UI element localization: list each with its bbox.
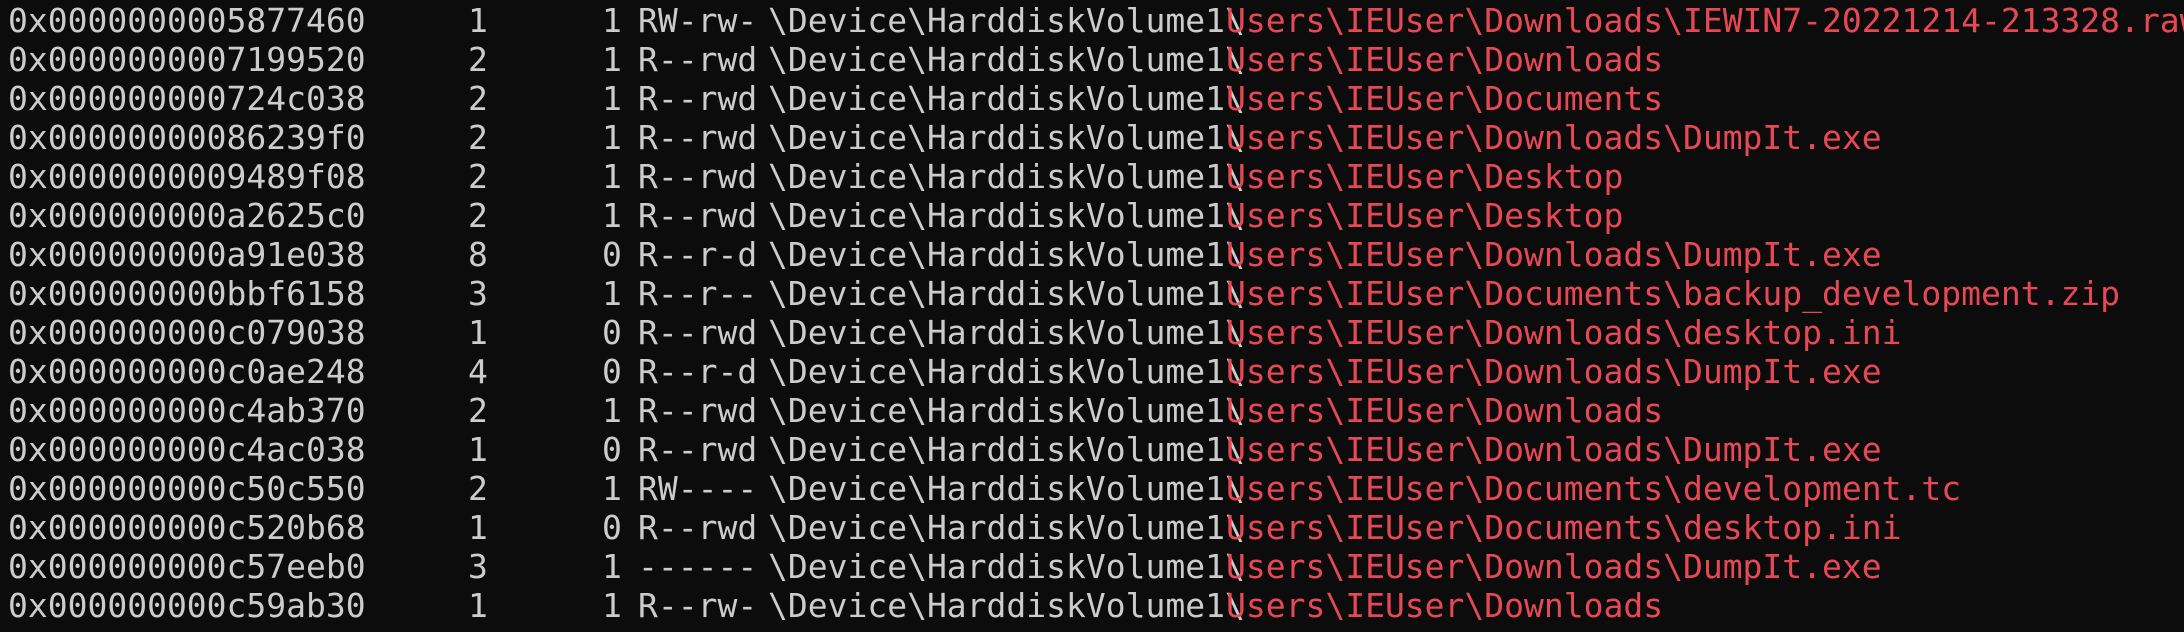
ptr-count: 2	[468, 157, 488, 196]
file-path: Users\IEUser\Downloads\DumpIt.exe	[1226, 352, 1882, 391]
file-path: Users\IEUser\Downloads\DumpIt.exe	[1226, 235, 1882, 274]
offset-value: 0x0000000007199520	[8, 40, 366, 79]
device-path: \Device\HarddiskVolume1\	[768, 157, 1245, 196]
ptr-count: 2	[468, 196, 488, 235]
offset-value: 0x0000000009489f08	[8, 157, 366, 196]
access-flags: R--r-d	[638, 235, 758, 274]
ptr-count: 2	[468, 469, 488, 508]
file-path: Users\IEUser\Documents\backup_developmen…	[1226, 274, 2121, 313]
ptr-count: 1	[468, 313, 488, 352]
access-flags: R--r-d	[638, 352, 758, 391]
offset-value: 0x000000000c57eeb0	[8, 547, 366, 586]
offset-value: 0x000000000a2625c0	[8, 196, 366, 235]
file-path: Users\IEUser\Downloads	[1226, 586, 1664, 625]
offset-value: 0x000000000c079038	[8, 313, 366, 352]
ptr-count: 4	[468, 352, 488, 391]
handle-count: 1	[602, 391, 622, 430]
device-path: \Device\HarddiskVolume1\	[768, 391, 1245, 430]
ptr-count: 1	[468, 1, 488, 40]
ptr-count: 3	[468, 274, 488, 313]
device-path: \Device\HarddiskVolume1\	[768, 430, 1245, 469]
access-flags: R--rwd	[638, 196, 758, 235]
offset-value: 0x000000000c50c550	[8, 469, 366, 508]
device-path: \Device\HarddiskVolume1\	[768, 118, 1245, 157]
handle-count: 0	[602, 508, 622, 547]
offset-value: 0x000000000a91e038	[8, 235, 366, 274]
ptr-count: 2	[468, 391, 488, 430]
file-path: Users\IEUser\Desktop	[1226, 196, 1624, 235]
access-flags: R--rwd	[638, 79, 758, 118]
access-flags: R--rwd	[638, 313, 758, 352]
file-path: Users\IEUser\Documents\desktop.ini	[1226, 508, 1902, 547]
device-path: \Device\HarddiskVolume1\	[768, 586, 1245, 625]
device-path: \Device\HarddiskVolume1\	[768, 313, 1245, 352]
offset-value: 0x000000000c59ab30	[8, 586, 366, 625]
handle-count: 1	[602, 40, 622, 79]
handle-count: 1	[602, 196, 622, 235]
file-path: Users\IEUser\Downloads\DumpIt.exe	[1226, 430, 1882, 469]
access-flags: RW----	[638, 469, 758, 508]
device-path: \Device\HarddiskVolume1\	[768, 40, 1245, 79]
ptr-count: 2	[468, 79, 488, 118]
handle-count: 0	[602, 313, 622, 352]
handle-count: 1	[602, 1, 622, 40]
access-flags: R--rwd	[638, 157, 758, 196]
access-flags: R--rwd	[638, 508, 758, 547]
access-flags: R--rwd	[638, 118, 758, 157]
file-path: Users\IEUser\Downloads	[1226, 391, 1664, 430]
file-path: Users\IEUser\Downloads	[1226, 40, 1664, 79]
handle-count: 1	[602, 586, 622, 625]
ptr-count: 3	[468, 547, 488, 586]
device-path: \Device\HarddiskVolume1\	[768, 1, 1245, 40]
handle-count: 0	[602, 235, 622, 274]
handle-count: 1	[602, 469, 622, 508]
ptr-count: 2	[468, 118, 488, 157]
access-flags: ------	[638, 547, 758, 586]
file-path: Users\IEUser\Documents	[1226, 79, 1664, 118]
offset-value: 0x000000000c520b68	[8, 508, 366, 547]
access-flags: RW-rw-	[638, 1, 758, 40]
device-path: \Device\HarddiskVolume1\	[768, 196, 1245, 235]
handle-count: 1	[602, 274, 622, 313]
handle-count: 1	[602, 547, 622, 586]
device-path: \Device\HarddiskVolume1\	[768, 235, 1245, 274]
ptr-count: 8	[468, 235, 488, 274]
ptr-count: 1	[468, 430, 488, 469]
device-path: \Device\HarddiskVolume1\	[768, 352, 1245, 391]
device-path: \Device\HarddiskVolume1\	[768, 508, 1245, 547]
device-path: \Device\HarddiskVolume1\	[768, 469, 1245, 508]
offset-value: 0x000000000c0ae248	[8, 352, 366, 391]
ptr-count: 2	[468, 40, 488, 79]
offset-value: 0x000000000bbf6158	[8, 274, 366, 313]
file-path: Users\IEUser\Documents\development.tc	[1226, 469, 1962, 508]
handle-count: 1	[602, 157, 622, 196]
offset-value: 0x0000000005877460	[8, 1, 366, 40]
file-path: Users\IEUser\Downloads\DumpIt.exe	[1226, 547, 1882, 586]
access-flags: R--rwd	[638, 40, 758, 79]
handle-count: 1	[602, 79, 622, 118]
ptr-count: 1	[468, 586, 488, 625]
file-path: Users\IEUser\Desktop	[1226, 157, 1624, 196]
file-path: Users\IEUser\Downloads\IEWIN7-20221214-2…	[1226, 1, 2184, 40]
offset-value: 0x000000000c4ac038	[8, 430, 366, 469]
terminal-window[interactable]: 0x0000000005877460 1 1 RW-rw- \Device\Harddi…	[0, 0, 2184, 632]
device-path: \Device\HarddiskVolume1\	[768, 79, 1245, 118]
ptr-count: 1	[468, 508, 488, 547]
handle-count: 1	[602, 118, 622, 157]
file-path: Users\IEUser\Downloads\DumpIt.exe	[1226, 118, 1882, 157]
offset-value: 0x000000000724c038	[8, 79, 366, 118]
access-flags: R--rwd	[638, 391, 758, 430]
device-path: \Device\HarddiskVolume1\	[768, 547, 1245, 586]
handle-count: 0	[602, 430, 622, 469]
file-path: Users\IEUser\Downloads\desktop.ini	[1226, 313, 1902, 352]
access-flags: R--rw-	[638, 586, 758, 625]
access-flags: R--rwd	[638, 430, 758, 469]
device-path: \Device\HarddiskVolume1\	[768, 274, 1245, 313]
access-flags: R--r--	[638, 274, 758, 313]
offset-value: 0x00000000086239f0	[8, 118, 366, 157]
handle-count: 0	[602, 352, 622, 391]
offset-value: 0x000000000c4ab370	[8, 391, 366, 430]
